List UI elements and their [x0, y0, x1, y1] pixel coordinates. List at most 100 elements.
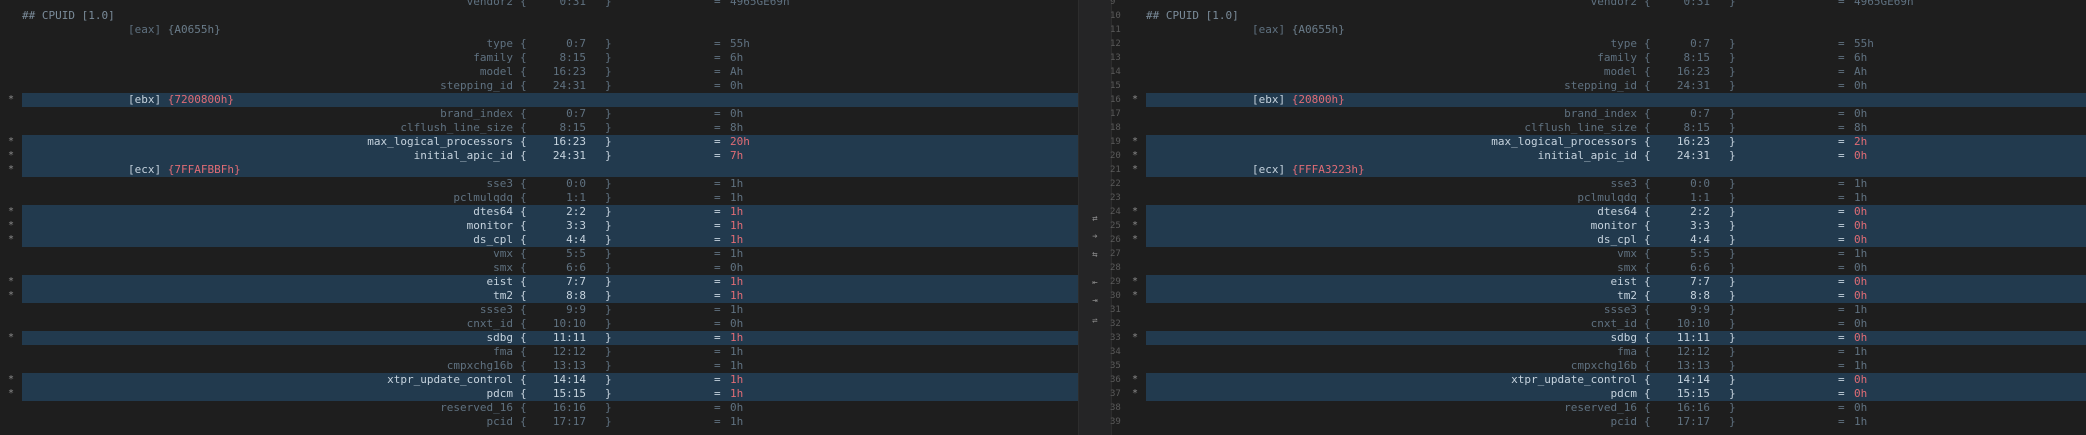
- right-line[interactable]: 18 clflush_line_size {8:15} = 8h: [1110, 121, 2086, 135]
- left-line[interactable]: pcid {17:17} = 1h: [0, 415, 1078, 429]
- right-line[interactable]: 27 vmx {5:5} = 1h: [1110, 247, 2086, 261]
- right-line[interactable]: 36 * xtpr_update_control{14:14} = 0h: [1110, 373, 2086, 387]
- copy-left-icon[interactable]: ➔: [1089, 232, 1101, 242]
- field-value: 0h: [1854, 79, 1868, 92]
- field-name: dtes64: [1597, 205, 1637, 218]
- line-content: reserved_16 {16:16} = 0h: [22, 401, 1078, 415]
- right-line[interactable]: 22 sse3 {0:0} = 1h: [1110, 177, 2086, 191]
- right-line[interactable]: 12 type {0:7} = 55h: [1110, 37, 2086, 51]
- left-line[interactable]: reserved_16 {16:16} = 0h: [0, 401, 1078, 415]
- left-line[interactable]: * tm2 {8:8} = 1h: [0, 289, 1078, 303]
- right-line[interactable]: 13 family {8:15} = 6h: [1110, 51, 2086, 65]
- left-line[interactable]: smx {6:6} = 0h: [0, 261, 1078, 275]
- right-line[interactable]: 14 model {16:23} = Ah: [1110, 65, 2086, 79]
- right-line[interactable]: 24 * dtes64{2:2} = 0h: [1110, 205, 2086, 219]
- right-line[interactable]: 35 cmpxchg16b {13:13} = 1h: [1110, 359, 2086, 373]
- left-line[interactable]: fma {12:12} = 1h: [0, 345, 1078, 359]
- close-brace: }: [1729, 387, 1736, 400]
- right-line[interactable]: 39 pcid {17:17} = 1h: [1110, 415, 2086, 429]
- line-number: 32: [1110, 319, 1121, 329]
- right-line[interactable]: 30 * tm2{8:8} = 0h: [1110, 289, 2086, 303]
- left-line[interactable]: * sdbg {11:11} = 1h: [0, 331, 1078, 345]
- left-line[interactable]: * eist {7:7} = 1h: [0, 275, 1078, 289]
- bit-range: 14:14: [1676, 373, 1710, 386]
- close-brace: }: [1729, 107, 1736, 120]
- prev-diff-icon[interactable]: ⇌: [1089, 316, 1101, 326]
- right-line[interactable]: 9 vendor2 {0:31} = 4965GE69h: [1110, 0, 2086, 9]
- bit-range: 16:16: [1676, 401, 1710, 414]
- copy-all-right-icon[interactable]: ⇆: [1089, 250, 1101, 260]
- equals-sign: =: [714, 331, 721, 344]
- field-value: 6h: [730, 51, 744, 64]
- bit-range: 8:15: [559, 121, 587, 134]
- field-name: fma: [1617, 345, 1637, 358]
- next-diff-icon[interactable]: ⇥: [1089, 296, 1101, 306]
- left-line[interactable]: * dtes64 {2:2} = 1h: [0, 205, 1078, 219]
- line-content: dtes64 {2:2} = 1h: [22, 205, 1078, 219]
- left-line[interactable]: * xtpr_update_control {14:14} = 1h: [0, 373, 1078, 387]
- close-brace: }: [1729, 373, 1736, 386]
- copy-right-icon[interactable]: ⇄: [1089, 214, 1101, 224]
- diff-marker: *: [8, 136, 15, 147]
- left-line[interactable]: sse3 {0:0} = 1h: [0, 177, 1078, 191]
- left-line[interactable]: vmx {5:5} = 1h: [0, 247, 1078, 261]
- left-line[interactable]: * max_logical_processors {16:23} = 20h: [0, 135, 1078, 149]
- left-line[interactable]: [eax] {A0655h}: [0, 23, 1078, 37]
- register-hex-value: {7200800h}: [167, 93, 234, 106]
- left-line[interactable]: * pdcm {15:15} = 1h: [0, 387, 1078, 401]
- equals-sign: =: [1838, 107, 1845, 120]
- right-line[interactable]: 19 * max_logical_processors{16:23} = 2h: [1110, 135, 2086, 149]
- close-brace: }: [1729, 51, 1736, 64]
- right-diff-pane[interactable]: 9 vendor2 {0:31} = 4965GE69h 10 ## CPUID [1.0]…: [1110, 0, 2086, 435]
- right-line[interactable]: 34 fma {12:12} = 1h: [1110, 345, 2086, 359]
- right-line[interactable]: 32 cnxt_id {10:10} = 0h: [1110, 317, 2086, 331]
- left-line[interactable]: vendor2 {0:31} = 4965GE69h: [0, 0, 1078, 9]
- right-line[interactable]: 23 pclmulqdq {1:1} = 1h: [1110, 191, 2086, 205]
- right-line[interactable]: 20 * initial_apic_id{24:31} = 0h: [1110, 149, 2086, 163]
- left-line[interactable]: brand_index {0:7} = 0h: [0, 107, 1078, 121]
- field-value: 0h: [730, 79, 744, 92]
- field-value: 1h: [730, 177, 744, 190]
- left-line[interactable]: * [ecx] {7FFAFBBFh}: [0, 163, 1078, 177]
- left-line[interactable]: * initial_apic_id {24:31} = 7h: [0, 149, 1078, 163]
- left-line[interactable]: * monitor {3:3} = 1h: [0, 219, 1078, 233]
- bit-range: 12:12: [1676, 345, 1710, 358]
- right-line[interactable]: 11 [eax] {A0655h}: [1110, 23, 2086, 37]
- equals-sign: =: [1838, 261, 1845, 274]
- right-line[interactable]: 15 stepping_id {24:31} = 0h: [1110, 79, 2086, 93]
- right-line[interactable]: 16 * [ebx] {20800h}: [1110, 93, 2086, 107]
- copy-all-left-icon[interactable]: ⇤: [1089, 278, 1101, 288]
- bit-range: 16:16: [552, 401, 586, 414]
- right-line[interactable]: 31 ssse3 {9:9} = 1h: [1110, 303, 2086, 317]
- left-line[interactable]: stepping_id {24:31} = 0h: [0, 79, 1078, 93]
- left-line[interactable]: ssse3 {9:9} = 1h: [0, 303, 1078, 317]
- left-line[interactable]: type {0:7} = 55h: [0, 37, 1078, 51]
- right-line[interactable]: 28 smx {6:6} = 0h: [1110, 261, 2086, 275]
- left-line[interactable]: pclmulqdq {1:1} = 1h: [0, 191, 1078, 205]
- line-content: dtes64 {2:2} = 0h: [1146, 205, 2086, 219]
- right-line[interactable]: 21 * [ecx] {FFFA3223h}: [1110, 163, 2086, 177]
- left-line[interactable]: * ds_cpl {4:4} = 1h: [0, 233, 1078, 247]
- bit-range: 15:15: [552, 387, 586, 400]
- right-line[interactable]: 29 * eist{7:7} = 0h: [1110, 275, 2086, 289]
- line-content: tm2 {8:8} = 0h: [1146, 289, 2086, 303]
- right-line[interactable]: 33 * sdbg{11:11} = 0h: [1110, 331, 2086, 345]
- left-line[interactable]: family {8:15} = 6h: [0, 51, 1078, 65]
- right-line[interactable]: 26 * ds_cpl{4:4} = 0h: [1110, 233, 2086, 247]
- right-line[interactable]: 25 * monitor{3:3} = 0h: [1110, 219, 2086, 233]
- right-line[interactable]: 38 reserved_16 {16:16} = 0h: [1110, 401, 2086, 415]
- left-diff-pane[interactable]: vendor2 {0:31} = 4965GE69h ## CPUID [1.0] [ea…: [0, 0, 1078, 435]
- close-brace: }: [1729, 331, 1736, 344]
- left-line[interactable]: * [ebx] {7200800h}: [0, 93, 1078, 107]
- left-line[interactable]: ## CPUID [1.0]: [0, 9, 1078, 23]
- left-line[interactable]: cnxt_id {10:10} = 0h: [0, 317, 1078, 331]
- right-line[interactable]: 37 * pdcm{15:15} = 0h: [1110, 387, 2086, 401]
- left-line[interactable]: model {16:23} = Ah: [0, 65, 1078, 79]
- left-line[interactable]: cmpxchg16b {13:13} = 1h: [0, 359, 1078, 373]
- right-line[interactable]: 17 brand_index {0:7} = 0h: [1110, 107, 2086, 121]
- line-content: xtpr_update_control {14:14} = 1h: [22, 373, 1078, 387]
- field-name: pclmulqdq: [1577, 191, 1637, 204]
- open-brace: {: [520, 261, 527, 274]
- right-line[interactable]: 10 ## CPUID [1.0]: [1110, 9, 2086, 23]
- left-line[interactable]: clflush_line_size {8:15} = 8h: [0, 121, 1078, 135]
